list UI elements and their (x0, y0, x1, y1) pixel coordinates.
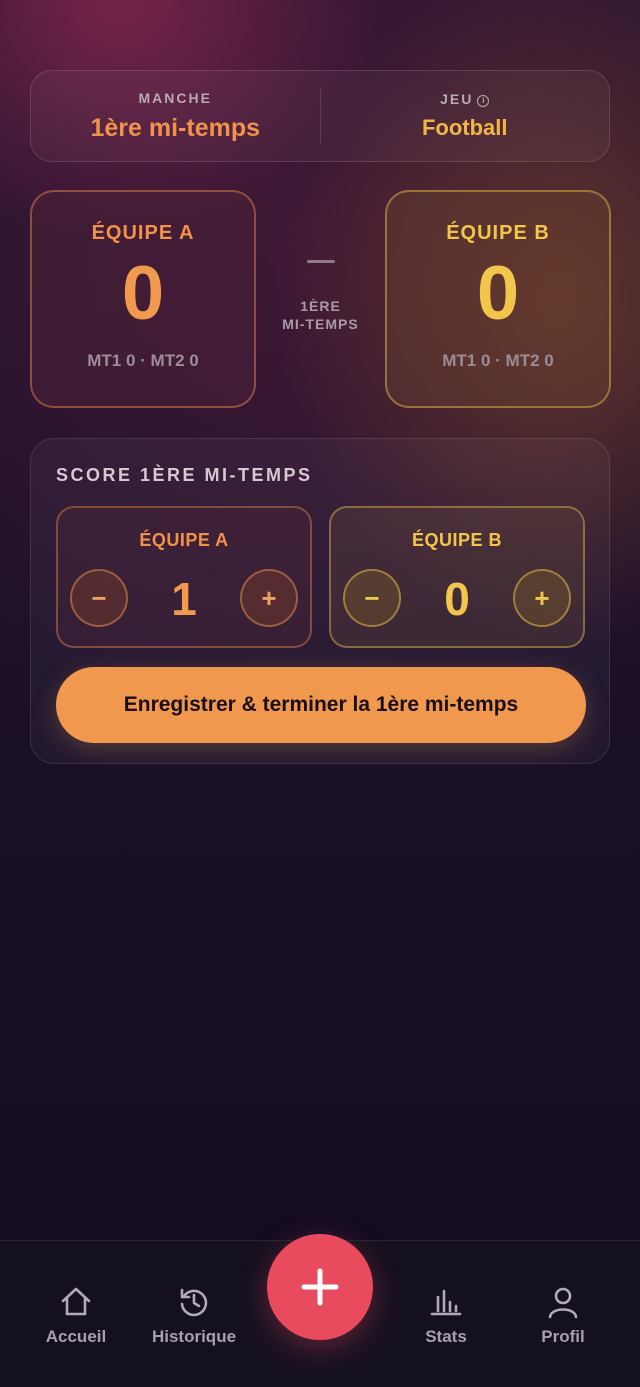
team-b-halves: MT1 0 · MT2 0 (442, 351, 554, 370)
nav-label-profile: Profil (541, 1327, 585, 1346)
plus-icon: + (261, 582, 277, 613)
team-b-total-score: 0 (476, 251, 520, 336)
team-b-control-name: ÉQUIPE B (411, 530, 503, 550)
round-info: MANCHE 1ère mi-temps (31, 71, 320, 161)
team-a-name: ÉQUIPE A (91, 222, 195, 244)
panel-title: SCORE 1ÈRE MI-TEMPS (56, 465, 313, 485)
team-a-halves: MT1 0 · MT2 0 (87, 351, 199, 370)
nav-item-history[interactable]: Historique (139, 1285, 249, 1347)
game-label: JEU (440, 91, 474, 107)
plus-icon (301, 1268, 339, 1306)
home-icon (61, 1287, 91, 1316)
team-b-increment-button[interactable]: + (513, 569, 571, 627)
game-value: Football (421, 115, 508, 140)
period-indicator: 1ÈRE MI-TEMPS (256, 260, 385, 333)
round-value: 1ère mi-temps (90, 113, 261, 142)
nav-item-home[interactable]: Accueil (21, 1285, 131, 1347)
nav-label-history: Historique (151, 1327, 237, 1346)
team-b-score-control: ÉQUIPE B − 0 + (329, 506, 585, 648)
nav-item-stats[interactable]: Stats (391, 1285, 501, 1347)
team-a-total-score: 0 (121, 251, 165, 336)
team-a-increment-button[interactable]: + (240, 569, 298, 627)
history-icon (180, 1288, 208, 1317)
match-info-card: MANCHE 1ère mi-temps JEU i Football (30, 70, 610, 162)
score-separator (306, 260, 335, 263)
save-and-end-half-button[interactable]: Enregistrer & terminer la 1ère mi-temps (56, 667, 586, 743)
bar-chart-icon (430, 1289, 462, 1316)
nav-label-stats: Stats (425, 1327, 467, 1346)
round-label: MANCHE (138, 89, 212, 106)
half-score-panel: SCORE 1ÈRE MI-TEMPS ÉQUIPE A − 1 + ÉQUIP… (30, 438, 610, 764)
nav-label-home: Accueil (45, 1327, 107, 1346)
team-b-score-card: ÉQUIPE B 0 MT1 0 · MT2 0 (385, 190, 611, 408)
team-a-control-name: ÉQUIPE A (139, 530, 229, 550)
app-screen: MANCHE 1ère mi-temps JEU i Football ÉQUIP… (0, 0, 640, 1387)
game-info[interactable]: JEU i Football (319, 87, 610, 145)
team-a-score-card: ÉQUIPE A 0 MT1 0 · MT2 0 (30, 190, 256, 408)
game-label-row: JEU i (440, 91, 490, 107)
info-icon[interactable]: i (477, 95, 490, 107)
team-a-score-control: ÉQUIPE A − 1 + (56, 506, 312, 648)
add-match-button[interactable] (267, 1234, 373, 1340)
team-b-name: ÉQUIPE B (446, 222, 550, 244)
nav-item-profile[interactable]: Profil (508, 1285, 618, 1347)
plus-icon: + (534, 582, 550, 613)
user-icon (548, 1287, 578, 1319)
period-label: 1ÈRE MI-TEMPS (282, 298, 359, 332)
